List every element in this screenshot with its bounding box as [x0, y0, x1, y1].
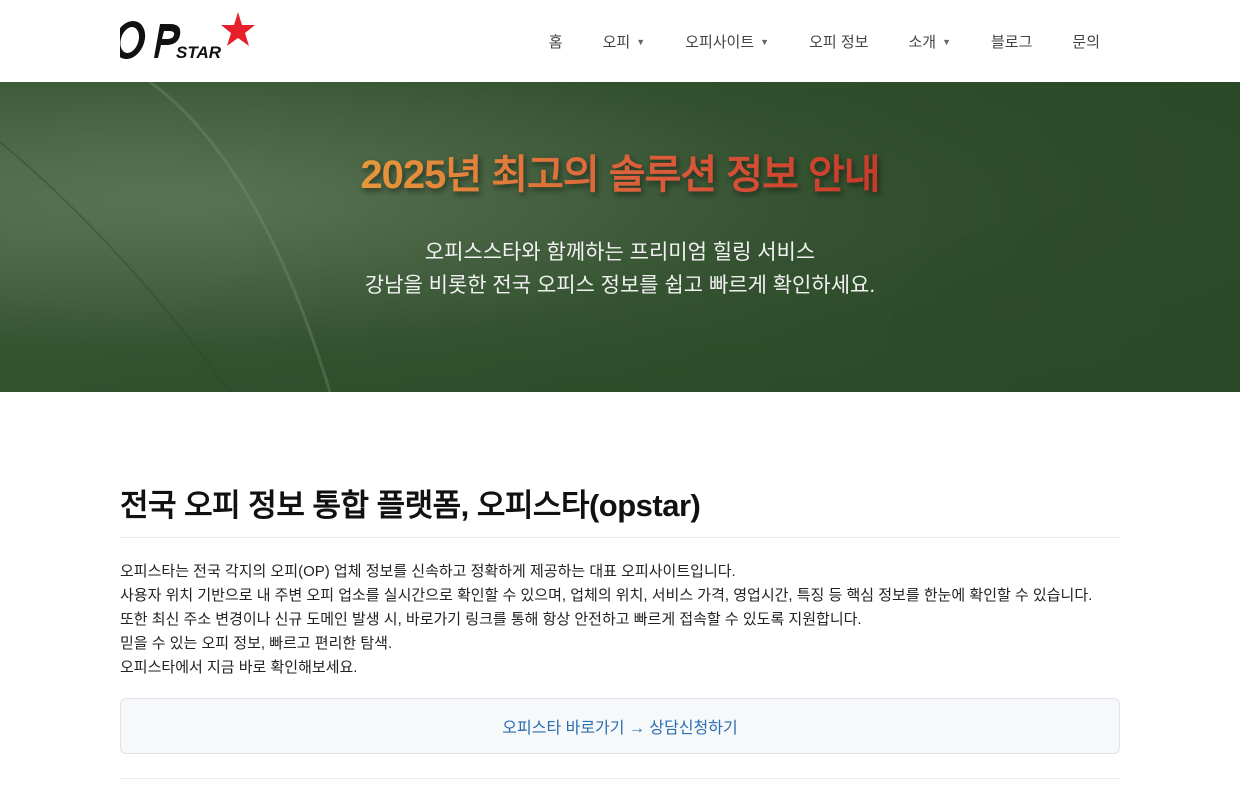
nav-label: 소개 [908, 33, 937, 51]
main-content: 전국 오피 정보 통합 플랫폼, 오피스타(opstar) 오피스타는 전국 각… [120, 480, 1120, 779]
svg-text:STAR: STAR [176, 43, 222, 62]
hero-title: 2025년 최고의 솔루션 정보 안내 [0, 142, 1240, 200]
nav-label: 홈 [548, 33, 563, 51]
nav-item-op[interactable]: 오피 ▼ [603, 31, 646, 52]
chevron-down-icon: ▼ [760, 37, 770, 47]
opstar-logo-graphic: STAR [114, 12, 255, 62]
description-line: 사용자 위치 기반으로 내 주변 오피 업소를 실시간으로 확인할 수 있으며,… [120, 587, 1093, 604]
chevron-down-icon: ▼ [636, 37, 646, 47]
hero-subtitle: 오피스스타와 함께하는 프리미엄 힐링 서비스 강남을 비롯한 전국 오피스 정… [0, 236, 1240, 302]
hero-banner: 2025년 최고의 솔루션 정보 안내 오피스스타와 함께하는 프리미엄 힐링 … [0, 82, 1240, 392]
hero-subtitle-line: 강남을 비롯한 전국 오피스 정보를 쉽고 빠르게 확인하세요. [364, 274, 876, 297]
nav-item-blog[interactable]: 블로그 [991, 31, 1032, 52]
cta-box: 오피스타 바로가기 → 상담신청하기 [120, 698, 1120, 754]
nav-item-about[interactable]: 소개 ▼ [908, 31, 951, 52]
nav-item-home[interactable]: 홈 [549, 31, 563, 52]
divider [120, 778, 1120, 779]
description-line: 또한 최신 주소 변경이나 신규 도메인 발생 시, 바로가기 링크를 통해 항… [120, 611, 862, 628]
nav-item-contact[interactable]: 문의 [1072, 31, 1100, 52]
main-nav: 홈 오피 ▼ 오피사이트 ▼ 오피 정보 소개 ▼ 블로그 문의 [549, 0, 1100, 82]
opstar-logo[interactable]: STAR [114, 10, 260, 64]
nav-item-op-site[interactable]: 오피사이트 ▼ [685, 31, 769, 52]
site-header: STAR 홈 오피 ▼ 오피사이트 ▼ 오피 정보 소개 ▼ 블로그 문의 [0, 0, 1240, 82]
nav-label: 오피 정보 [809, 33, 869, 51]
nav-label: 오피사이트 [685, 33, 755, 51]
nav-label: 오피 [602, 33, 631, 51]
hero-subtitle-line: 오피스스타와 함께하는 프리미엄 힐링 서비스 [424, 241, 816, 264]
nav-label: 블로그 [990, 33, 1033, 51]
description-paragraph: 오피스타는 전국 각지의 오피(OP) 업체 정보를 신속하고 정확하게 제공하… [120, 560, 1120, 680]
nav-label: 문의 [1072, 33, 1100, 51]
chevron-down-icon: ▼ [942, 37, 951, 47]
cta-link[interactable]: 오피스타 바로가기 → 상담신청하기 [502, 714, 737, 738]
description-line: 오피스타에서 지금 바로 확인해보세요. [120, 659, 358, 676]
section-title: 전국 오피 정보 통합 플랫폼, 오피스타(opstar) [120, 480, 1120, 538]
description-line: 오피스타는 전국 각지의 오피(OP) 업체 정보를 신속하고 정확하게 제공하… [120, 563, 736, 580]
nav-item-op-info[interactable]: 오피 정보 [809, 31, 868, 52]
description-line: 믿을 수 있는 오피 정보, 빠르고 편리한 탐색. [120, 635, 393, 652]
